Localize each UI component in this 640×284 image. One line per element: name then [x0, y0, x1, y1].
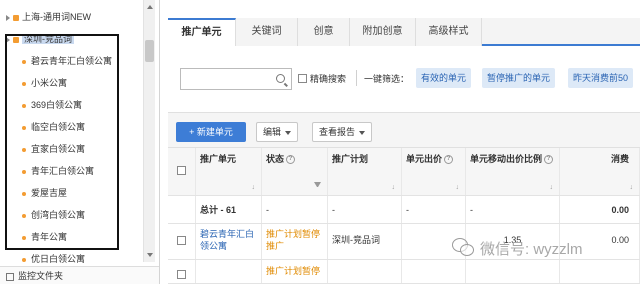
- unit-status: 推广计划暂停推广: [262, 224, 328, 259]
- folder-icon: [13, 14, 19, 21]
- unit-dot-icon: [22, 103, 26, 108]
- quick-filter-top50-cost[interactable]: 昨天消费前50: [568, 68, 634, 88]
- tab-units[interactable]: 推广单元: [168, 18, 236, 46]
- monitor-folder-item[interactable]: 监控文件夹: [0, 266, 159, 284]
- tree-scrollbar[interactable]: [143, 0, 155, 262]
- select-all-cell: [168, 148, 196, 195]
- unit-dot-icon: [22, 235, 26, 240]
- help-icon[interactable]: ?: [286, 155, 296, 165]
- row-checkbox[interactable]: [177, 270, 186, 279]
- caret-down-icon: [359, 130, 366, 135]
- tab-keywords[interactable]: 关键词: [236, 18, 298, 46]
- col-header-plan[interactable]: 推广计划 ↓: [328, 148, 402, 195]
- sort-icon[interactable]: ↓: [550, 184, 554, 191]
- total-mobile-bid: -: [466, 196, 560, 223]
- wechat-logo-icon: [452, 238, 474, 256]
- search-input[interactable]: [180, 68, 292, 90]
- total-label: 总计 - 61: [196, 196, 262, 223]
- watermark-text: 微信号: wyzzlm: [480, 241, 583, 258]
- row-check-cell: [168, 224, 196, 259]
- col-header-mobile-bid[interactable]: 单元移动出价比例? ↓: [466, 148, 560, 195]
- unit-dot-icon: [22, 81, 26, 86]
- unit-name-link[interactable]: [196, 260, 262, 283]
- unit-name-link[interactable]: 碧云青年汇白领公寓: [196, 224, 262, 259]
- unit-plan: 深圳-竞品词: [328, 224, 402, 259]
- unit-status: 推广计划暂停: [262, 260, 328, 283]
- sort-icon[interactable]: ↓: [392, 184, 396, 191]
- unit-dot-icon: [22, 147, 26, 152]
- view-report-dropdown[interactable]: 查看报告: [312, 122, 373, 142]
- tree-item-unit[interactable]: 小米公寓: [0, 74, 142, 92]
- toolbar: + 新建单元 编辑 查看报告: [168, 112, 640, 148]
- help-icon[interactable]: ?: [444, 155, 454, 165]
- tree-parent-shanghai[interactable]: 上海-通用词NEW: [0, 8, 142, 26]
- scroll-thumb[interactable]: [145, 40, 154, 62]
- tab-extra-creatives[interactable]: 附加创意: [350, 18, 416, 46]
- tree-item-unit[interactable]: 临空白领公寓: [0, 118, 142, 136]
- col-header-bid[interactable]: 单元出价? ↓: [402, 148, 466, 195]
- tab-advanced-styles[interactable]: 高级样式: [416, 18, 482, 46]
- new-unit-button[interactable]: + 新建单元: [176, 122, 246, 142]
- tree-item-unit[interactable]: 青年公寓: [0, 228, 142, 246]
- edit-dropdown[interactable]: 编辑: [256, 122, 299, 142]
- folder-icon: [13, 36, 19, 43]
- quick-filter-paused-units[interactable]: 暂停推广的单元: [482, 68, 556, 88]
- account-tree-panel: 上海-通用词NEW 深圳-竞品词 碧云青年汇白领公寓 小米公寓 369白领公寓 …: [0, 0, 160, 284]
- sort-icon[interactable]: ↓: [456, 184, 460, 191]
- divider: [356, 70, 357, 86]
- table-header-row: 推广单元 ↓ 状态? 推广计划 ↓ 单元出价? ↓ 单元移动出价比例? ↓ 消费 ↓: [168, 148, 640, 196]
- unit-dot-icon: [22, 257, 26, 262]
- tab-bar: 推广单元 关键词 创意 附加创意 高级样式: [168, 18, 640, 46]
- help-icon[interactable]: ?: [544, 155, 554, 165]
- unit-dot-icon: [22, 213, 26, 218]
- caret-down-icon: [285, 130, 292, 135]
- total-cost: 0.00: [560, 196, 640, 223]
- sort-icon[interactable]: ↓: [252, 184, 256, 191]
- col-header-unit[interactable]: 推广单元 ↓: [196, 148, 262, 195]
- tree-parent-shenzhen[interactable]: 深圳-竞品词: [0, 30, 142, 48]
- sort-icon[interactable]: ↓: [630, 184, 634, 191]
- exact-search-checkbox[interactable]: [298, 74, 307, 83]
- filter-bar: 精确搜索 一键筛选： 有效的单元 暂停推广的单元 昨天消费前50: [176, 64, 640, 94]
- wechat-watermark: 微信号: wyzzlm: [452, 232, 638, 264]
- table-total-row: 总计 - 61 - - - - 0.00: [168, 196, 640, 224]
- total-check-cell: [168, 196, 196, 223]
- tree-item-unit[interactable]: 创湾白领公寓: [0, 206, 142, 224]
- unit-dot-icon: [22, 191, 26, 196]
- expand-arrow-icon[interactable]: [6, 14, 10, 21]
- tree-item-unit[interactable]: 碧云青年汇白领公寓: [0, 52, 142, 70]
- select-all-checkbox[interactable]: [177, 166, 186, 175]
- scroll-up-arrow-icon[interactable]: [144, 2, 156, 12]
- col-header-status[interactable]: 状态?: [262, 148, 328, 195]
- tab-creatives[interactable]: 创意: [298, 18, 350, 46]
- quick-filter-active-units[interactable]: 有效的单元: [416, 68, 472, 88]
- unit-dot-icon: [22, 59, 26, 64]
- scroll-down-arrow-icon[interactable]: [144, 250, 156, 260]
- filter-icon[interactable]: [314, 182, 321, 189]
- monitor-folder-icon: [6, 272, 14, 281]
- total-plan: -: [328, 196, 402, 223]
- col-header-cost[interactable]: 消费 ↓: [560, 148, 640, 195]
- tree-item-unit[interactable]: 宜家白领公寓: [0, 140, 142, 158]
- row-checkbox[interactable]: [177, 236, 186, 245]
- tree-item-unit[interactable]: 369白领公寓: [0, 96, 142, 114]
- exact-search-label: 精确搜索: [310, 74, 347, 84]
- unit-plan: [328, 260, 402, 283]
- tree-item-unit[interactable]: 爱屋吉屋: [0, 184, 142, 202]
- total-bid: -: [402, 196, 466, 223]
- search-icon[interactable]: [276, 74, 285, 83]
- collapse-arrow-icon[interactable]: [6, 36, 10, 43]
- row-check-cell: [168, 260, 196, 283]
- quick-filter-label: 一键筛选：: [364, 74, 410, 84]
- unit-dot-icon: [22, 125, 26, 130]
- total-status: -: [262, 196, 328, 223]
- tree-item-unit[interactable]: 青年汇白领公寓: [0, 162, 142, 180]
- unit-dot-icon: [22, 169, 26, 174]
